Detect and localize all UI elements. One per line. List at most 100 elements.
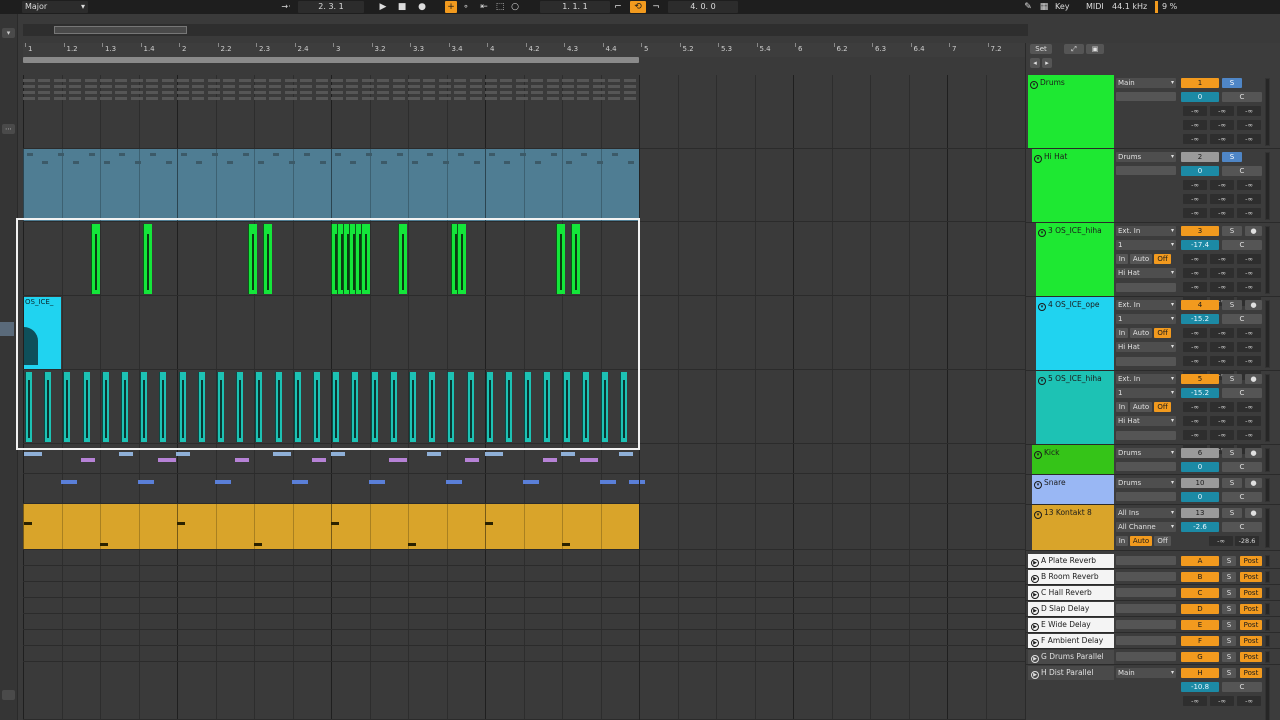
arm-record-icon[interactable]: ● [1245,226,1262,236]
monitor-off[interactable]: Off [1154,254,1171,264]
send-level[interactable]: -∞ [1237,416,1261,426]
track-color-strip[interactable]: ▾ 4 OS_ICE_ope [1036,297,1114,370]
arrangement-lane[interactable] [23,222,1025,296]
send-level[interactable]: -∞ [1183,120,1207,130]
send-level[interactable]: -∞ [1210,402,1234,412]
return-activator[interactable]: B [1181,572,1219,582]
audio-clip[interactable] [370,372,378,442]
send-level[interactable]: -∞ [1183,208,1207,218]
track-header[interactable]: ▾ 5 OS_ICE_hiha Ext. In ▾ 1 ▾ In Auto Off Hi Hat ▾… [1026,371,1280,454]
return-track-header[interactable]: ▶ G Drums Parallel G S Post [1026,649,1280,665]
send-level[interactable]: -∞ [1210,208,1234,218]
output-routing[interactable]: Hi Hat ▾ [1116,416,1176,426]
audio-clip[interactable] [44,372,52,442]
midi-map-label[interactable]: MIDI [1086,1,1108,13]
toggle-view-icon[interactable] [2,690,15,700]
audio-clip[interactable] [466,372,474,442]
solo-button[interactable]: S [1222,572,1236,582]
output-routing[interactable]: Main ▾ [1116,78,1176,88]
monitor-auto[interactable]: Auto [1130,328,1152,338]
send-level[interactable]: -∞ [1210,356,1234,366]
play-icon[interactable]: ▶ [1031,639,1039,647]
arrangement-lane[interactable] [23,296,1025,370]
send-level[interactable]: -∞ [1237,342,1261,352]
routing-slot[interactable] [1116,431,1176,440]
audio-clip[interactable] [620,372,628,442]
send-level[interactable]: -∞ [1183,342,1207,352]
fold-icon[interactable]: ▾ [1034,511,1042,519]
pan-field[interactable]: C [1222,388,1262,398]
return-track-header[interactable]: ▶ A Plate Reverb A S Post [1026,553,1280,569]
send-level[interactable]: -∞ [1183,194,1207,204]
arrangement-lane[interactable] [23,566,1025,582]
return-activator[interactable]: C [1181,588,1219,598]
input-channel[interactable]: All Channe ▾ [1116,522,1176,532]
track-color-strip[interactable]: ▾ Snare [1032,475,1114,504]
send-level[interactable]: -∞ [1237,134,1261,144]
fold-icon[interactable]: ▾ [1034,481,1042,489]
input-channel[interactable]: 1 ▾ [1116,388,1176,398]
fold-icon[interactable]: ▾ [1038,303,1046,311]
solo-button[interactable]: S [1222,374,1242,384]
arrangement-lane[interactable] [23,598,1025,614]
pan-field[interactable]: C [1222,492,1262,502]
send-level[interactable]: -∞ [1210,254,1234,264]
send-level[interactable]: -∞ [1237,120,1261,130]
punch-in-icon[interactable]: ⌐ [612,1,624,13]
solo-button[interactable]: S [1222,636,1236,646]
audio-clip[interactable] [485,372,493,442]
pan-field[interactable]: C [1222,314,1262,324]
volume-field[interactable]: -2.6 [1181,522,1219,532]
arrangement-lane[interactable] [23,149,1025,222]
volume-field[interactable]: -15.2 [1181,314,1219,324]
monitor-in[interactable]: In [1116,328,1128,338]
routing-slot[interactable] [1116,462,1176,471]
routing-slot[interactable] [1116,620,1176,629]
send-level[interactable]: -∞ [1237,430,1261,440]
audio-clip[interactable] [457,224,466,294]
audio-clip[interactable] [293,372,301,442]
audio-clip[interactable] [263,224,272,294]
track-activator[interactable]: 4 [1181,300,1219,310]
send-level[interactable]: -∞ [1183,282,1207,292]
track-activator[interactable]: 3 [1181,226,1219,236]
track-activator[interactable]: 1 [1181,78,1219,88]
audio-clip[interactable] [121,372,128,442]
audio-clip[interactable] [361,224,370,294]
solo-button[interactable]: S [1222,78,1242,88]
output-routing[interactable]: Main ▾ [1116,668,1176,678]
arm-record-icon[interactable]: ● [1245,374,1262,384]
track-name[interactable]: ▾ 13 Kontakt 8 [1034,508,1112,519]
track-color-strip[interactable]: ▾ 3 OS_ICE_hiha [1036,223,1114,296]
send-level[interactable]: -∞ [1237,402,1261,412]
play-icon[interactable]: ▶ [1031,671,1039,679]
return-name[interactable]: ▶ D Slap Delay [1028,602,1114,616]
monitor-off[interactable]: Off [1154,536,1171,546]
input-channel[interactable]: 1 ▾ [1116,240,1176,250]
more-options-icon[interactable]: ⋯ [2,124,15,134]
track-activator[interactable]: 2 [1181,152,1219,162]
return-activator[interactable]: E [1181,620,1219,630]
output-routing[interactable]: Hi Hat ▾ [1116,342,1176,352]
loop-start[interactable]: 1. 1. 1 [540,1,610,13]
arrangement-lane[interactable] [23,582,1025,598]
send-level[interactable]: -∞ [1237,282,1261,292]
pan-field[interactable]: C [1222,240,1262,250]
track-name[interactable]: ▾ Drums [1030,78,1112,89]
follow-icon[interactable]: →· [276,1,296,13]
send-level[interactable]: -∞ [1210,328,1234,338]
solo-button[interactable]: S [1222,604,1236,614]
routing-slot[interactable] [1116,92,1176,101]
routing-slot[interactable] [1116,604,1176,613]
solo-button[interactable]: S [1222,448,1242,458]
send-level[interactable]: -∞ [1183,134,1207,144]
return-name[interactable]: ▶ E Wide Delay [1028,618,1114,632]
track-name[interactable]: ▾ Snare [1034,478,1112,489]
solo-button[interactable]: S [1222,152,1242,162]
track-activator[interactable]: 6 [1181,448,1219,458]
return-track-header[interactable]: ▶ F Ambient Delay F S Post [1026,633,1280,649]
send-level[interactable]: -∞ [1210,430,1234,440]
solo-button[interactable]: S [1222,588,1236,598]
audio-clip[interactable] [143,224,152,294]
record-icon[interactable]: ● [416,1,428,13]
